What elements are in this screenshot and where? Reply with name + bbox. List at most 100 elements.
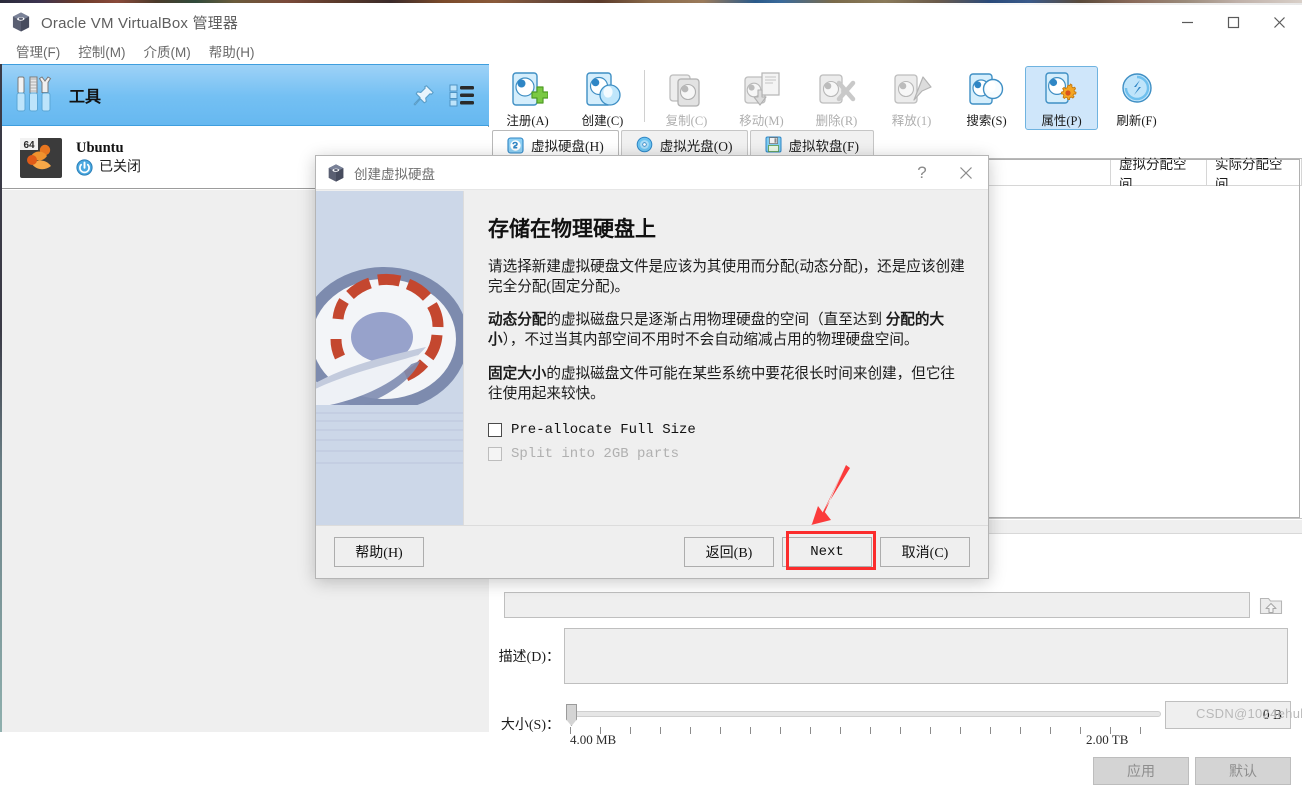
checkbox-preallocate[interactable]: Pre-allocate Full Size	[488, 422, 966, 438]
toolbar-search-label: 搜索(S)	[966, 114, 1007, 128]
disk-search-icon	[968, 73, 1003, 105]
description-label: 描述(D)：	[498, 650, 560, 665]
tools-icon	[16, 76, 52, 112]
power-off-icon	[76, 159, 93, 176]
dialog-next-button[interactable]: Next	[782, 537, 872, 567]
toolbar-register[interactable]: 注册(A)	[491, 66, 564, 130]
ubuntu-icon: 64	[18, 137, 64, 179]
size-value-field[interactable]: 0 B	[1165, 701, 1291, 729]
minimize-button[interactable]	[1164, 5, 1210, 39]
virtualbox-cube-icon	[328, 163, 344, 182]
window-title: Oracle VM VirtualBox 管理器	[41, 14, 239, 32]
wizard-illustration	[316, 191, 464, 541]
toolbar-refresh[interactable]: 刷新(F)	[1100, 66, 1173, 130]
toolbar-create[interactable]: 创建(C)	[566, 66, 639, 130]
dialog-help-button[interactable]: ?	[900, 156, 944, 190]
virtualbox-cube-icon	[12, 12, 30, 32]
tab-floppy-disks[interactable]: 虚拟软盘(F)	[749, 130, 874, 158]
menu-media[interactable]: 介质(M)	[135, 39, 200, 63]
tab-floppy-disks-label: 虚拟软盘(F)	[788, 138, 860, 154]
reset-button[interactable]: 默认	[1195, 757, 1291, 785]
window-titlebar: Oracle VM VirtualBox 管理器	[0, 5, 1302, 39]
maximize-icon	[1227, 16, 1239, 28]
toolbar-release-label: 释放(1)	[891, 114, 932, 128]
disk-move-icon	[743, 72, 780, 106]
menu-help[interactable]: 帮助(H)	[200, 39, 264, 63]
menu-manage[interactable]: 管理(F)	[7, 39, 69, 63]
dialog-nav-buttons: 返回(B) Next 取消(C)	[684, 537, 970, 567]
dialog-back-button[interactable]: 返回(B)	[684, 537, 774, 567]
tab-optical-disks[interactable]: 虚拟光盘(O)	[620, 130, 748, 158]
checkbox-split-2gb-box	[488, 446, 502, 461]
folder-up-icon	[1259, 597, 1283, 615]
disk-remove-icon	[818, 74, 855, 104]
floppy-disk-icon	[765, 136, 781, 153]
description-input[interactable]	[564, 628, 1288, 684]
disk-new-icon	[585, 72, 621, 106]
svg-text:64: 64	[23, 140, 35, 151]
checkbox-preallocate-label: Pre-allocate Full Size	[511, 421, 696, 438]
dialog-body: 存储在物理硬盘上 请选择新建虚拟硬盘文件是应该为其使用而分配(动态分配)，还是应…	[316, 191, 988, 541]
toolbar-create-label: 创建(C)	[581, 114, 624, 128]
sidebar-tools-label: 工具	[69, 89, 102, 106]
toolbar-remove-label: 删除(R)	[815, 114, 858, 128]
dialog-p2-bold-1: 动态分配	[488, 312, 547, 329]
dialog-titlebar: 创建虚拟硬盘 ?	[316, 156, 988, 190]
disk-properties-icon	[1044, 72, 1077, 104]
dialog-close-button[interactable]	[944, 156, 988, 190]
toolbar-search[interactable]: 搜索(S)	[950, 66, 1023, 130]
dialog-p3-text: 的虚拟磁盘文件可能在某些系统中要花很长时间来创建，但它往往使用起来较快。	[488, 365, 956, 402]
toolbar-move: 移动(M)	[725, 66, 798, 130]
toolbar-remove: 删除(R)	[800, 66, 873, 130]
pin-icon[interactable]	[412, 83, 436, 107]
slider-max-label: 2.00 TB	[1086, 732, 1129, 747]
checkbox-preallocate-box[interactable]	[488, 422, 502, 437]
wizard-illustration-graphic	[316, 191, 463, 541]
minimize-icon	[1181, 21, 1193, 23]
menu-control[interactable]: 控制(M)	[69, 39, 134, 63]
toolbar-properties[interactable]: 属性(P)	[1025, 66, 1098, 130]
virtualbox-manager-window: Oracle VM VirtualBox 管理器 管理(F) 控制(M) 介质(…	[0, 0, 1302, 785]
dialog-paragraph-3: 固定大小的虚拟磁盘文件可能在某些系统中要花很长时间来创建，但它往往使用起来较快。	[488, 364, 966, 404]
location-browse-button[interactable]	[1258, 592, 1284, 618]
media-toolbar: 注册(A) 创建(C) 复制(C) 移动(M) 删除(R) 释放(1) 搜索(S…	[490, 64, 1302, 130]
sidebar-item-tools[interactable]: 工具	[0, 64, 489, 126]
location-input[interactable]	[504, 592, 1250, 618]
disk-copy-icon	[668, 74, 700, 107]
size-slider[interactable]	[566, 702, 1161, 746]
toolbar-separator	[644, 70, 645, 122]
slider-thumb[interactable]	[566, 704, 577, 726]
maximize-button[interactable]	[1210, 5, 1256, 39]
table-column-virtual-size[interactable]: 虚拟分配空间	[1110, 157, 1206, 192]
close-icon	[1273, 16, 1285, 28]
close-button[interactable]	[1256, 5, 1302, 39]
dialog-cancel-button[interactable]: 取消(C)	[880, 537, 970, 567]
tab-optical-disks-label: 虚拟光盘(O)	[659, 138, 733, 154]
apply-button[interactable]: 应用	[1093, 757, 1189, 785]
window-controls	[1164, 5, 1302, 39]
toolbar-copy: 复制(C)	[650, 66, 723, 130]
slider-min-label: 4.00 MB	[570, 732, 617, 747]
create-virtual-hard-disk-dialog: 创建虚拟硬盘 ? 存储在物理硬盘上 请选择新建虚拟硬盘文件是应该为其使用而分配(…	[315, 155, 989, 579]
slider-track	[566, 711, 1161, 717]
dialog-paragraph-1-text: 请选择新建虚拟硬盘文件是应该为其使用而分配(动态分配)，还是应该创建完全分配(固…	[488, 259, 965, 296]
dialog-content: 存储在物理硬盘上 请选择新建虚拟硬盘文件是应该为其使用而分配(动态分配)，还是应…	[464, 191, 988, 541]
disk-release-icon	[893, 74, 932, 104]
tab-hard-disks-label: 虚拟硬盘(H)	[531, 139, 604, 154]
table-column-actual-size[interactable]: 实际分配空间	[1206, 157, 1302, 192]
menubar: 管理(F) 控制(M) 介质(M) 帮助(H)	[0, 39, 1302, 63]
toolbar-refresh-label: 刷新(F)	[1116, 114, 1157, 128]
slider-ticks	[566, 727, 1161, 734]
list-icon[interactable]	[449, 83, 475, 107]
checkbox-split-2gb-label: Split into 2GB parts	[511, 445, 680, 462]
toolbar-properties-label: 属性(P)	[1041, 114, 1082, 128]
vm-state-label: 已关闭	[99, 159, 141, 175]
dialog-p2-text-2: ），不过当其内部空间不用时不会自动缩减占用的物理硬盘空间。	[502, 332, 919, 349]
list-item-texts: Ubuntu 已关闭	[76, 139, 141, 177]
toolbar-register-label: 注册(A)	[506, 114, 549, 128]
dialog-help-text-button[interactable]: 帮助(H)	[334, 537, 424, 567]
checkbox-split-2gb: Split into 2GB parts	[488, 446, 966, 462]
description-row: 描述(D)：	[492, 628, 1292, 684]
dialog-titlebar-buttons: ?	[900, 156, 988, 190]
optical-disk-icon	[636, 136, 653, 153]
